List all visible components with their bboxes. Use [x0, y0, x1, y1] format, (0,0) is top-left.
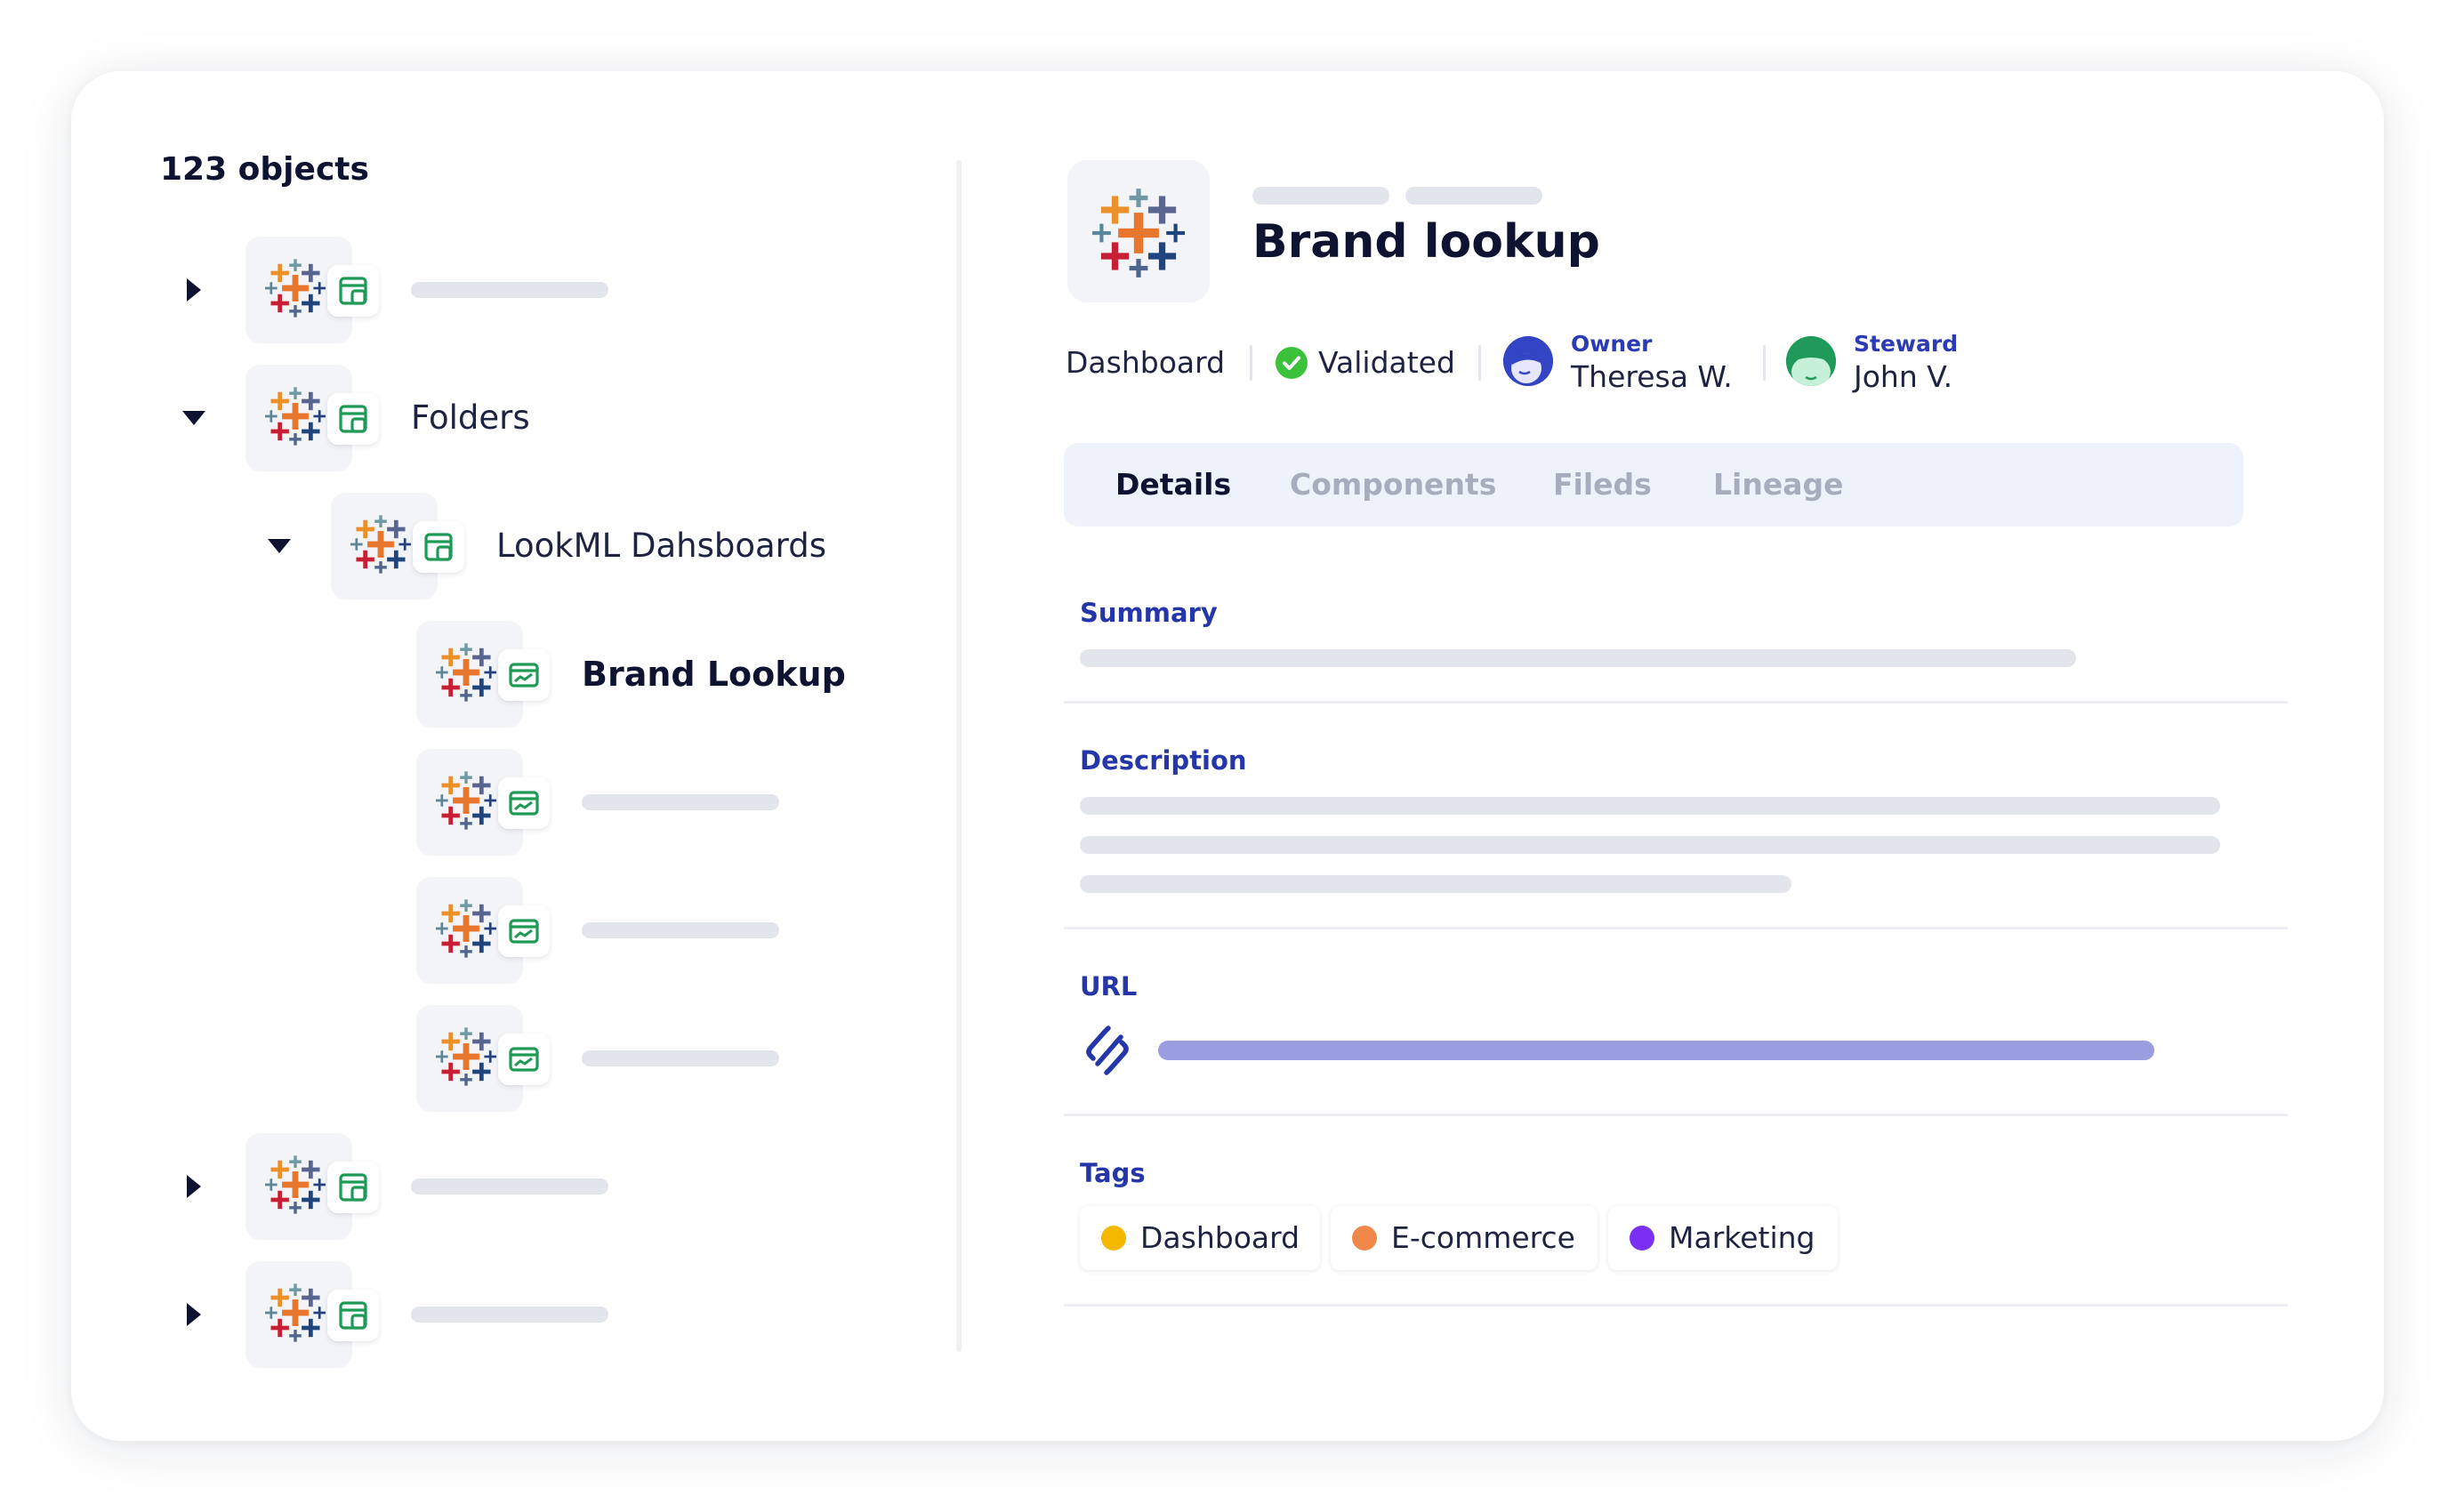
placeholder-line — [411, 1307, 608, 1323]
caret-right-icon[interactable] — [176, 1169, 212, 1204]
check-circle-icon — [1276, 347, 1308, 379]
dashboard-icon — [498, 1033, 550, 1085]
placeholder-line — [411, 1178, 608, 1194]
description-placeholder — [1080, 875, 1791, 893]
dashboard-icon — [498, 777, 550, 829]
tag-label: E-commerce — [1391, 1220, 1575, 1255]
tableau-icon — [246, 1261, 379, 1368]
placeholder-line — [582, 922, 779, 938]
tag-color-dot — [1352, 1226, 1377, 1251]
placeholder-line — [582, 794, 779, 810]
tableau-icon — [416, 1005, 550, 1112]
tree-item-lookml-dashboards[interactable]: LookML Dahsboards — [262, 493, 884, 599]
caret-down-icon[interactable] — [176, 400, 212, 436]
tab-components[interactable]: Components — [1290, 443, 1496, 527]
panel-divider — [956, 160, 962, 1352]
status-badge: Validated — [1318, 345, 1455, 380]
divider — [1250, 345, 1252, 381]
tree-item[interactable] — [176, 1261, 639, 1368]
caret-right-icon[interactable] — [176, 272, 212, 308]
page-title: Brand lookup — [1252, 215, 1600, 269]
dashboard-icon — [498, 905, 550, 957]
link-icon — [1082, 1025, 1133, 1076]
placeholder-line — [411, 282, 608, 298]
owner-role: Owner — [1571, 331, 1653, 357]
tableau-icon — [246, 1133, 379, 1240]
tableau-icon — [246, 365, 379, 471]
tag-label: Marketing — [1669, 1220, 1815, 1255]
tree-item[interactable] — [416, 749, 790, 856]
tableau-icon — [416, 877, 550, 984]
breadcrumb-placeholder — [1252, 187, 1389, 205]
asset-type: Dashboard — [1066, 345, 1226, 380]
owner-avatar[interactable] — [1503, 336, 1553, 386]
caret-down-icon[interactable] — [262, 528, 297, 564]
tree-item[interactable] — [176, 237, 639, 343]
tag-color-dot — [1101, 1226, 1126, 1251]
folder-icon — [327, 1162, 379, 1213]
tree-item[interactable] — [416, 877, 790, 984]
summary-placeholder — [1080, 649, 2076, 667]
url-link[interactable] — [1158, 1041, 2154, 1060]
tableau-icon — [246, 237, 379, 343]
steward-avatar[interactable] — [1786, 336, 1836, 386]
tab-fields[interactable]: Fileds — [1553, 443, 1652, 527]
tag-label: Dashboard — [1140, 1220, 1300, 1255]
tree-item-label: Brand Lookup — [582, 655, 846, 694]
tree-item-label: Folders — [411, 398, 530, 437]
summary-label: Summary — [1080, 598, 1218, 628]
folder-icon — [327, 1290, 379, 1341]
steward-role: Steward — [1854, 331, 1959, 357]
description-placeholder — [1080, 836, 2220, 854]
steward-name[interactable]: John V. — [1854, 359, 1952, 394]
tag-color-dot — [1630, 1226, 1654, 1251]
divider — [1064, 1304, 2288, 1307]
tableau-icon — [331, 493, 464, 599]
tree-item-folders[interactable]: Folders — [176, 365, 639, 471]
owner-name[interactable]: Theresa W. — [1571, 359, 1733, 394]
description-label: Description — [1080, 745, 1247, 776]
tag-ecommerce[interactable]: E-commerce — [1331, 1206, 1598, 1270]
tab-details[interactable]: Details — [1115, 443, 1231, 527]
tableau-icon — [416, 621, 550, 728]
object-count: 123 objects — [160, 151, 369, 188]
tag-marketing[interactable]: Marketing — [1608, 1206, 1838, 1270]
placeholder-line — [582, 1050, 779, 1066]
tree-item-brand-lookup[interactable]: Brand Lookup — [416, 621, 914, 728]
description-placeholder — [1080, 797, 2220, 815]
tree-item[interactable] — [176, 1133, 639, 1240]
divider — [1763, 345, 1766, 381]
caret-right-icon[interactable] — [176, 1297, 212, 1332]
folder-icon — [327, 265, 379, 317]
tree-item-label: LookML Dahsboards — [496, 527, 826, 565]
url-label: URL — [1080, 971, 1138, 1001]
divider — [1064, 701, 2288, 704]
divider — [1478, 345, 1481, 381]
dashboard-icon — [498, 649, 550, 701]
breadcrumb-placeholder — [1405, 187, 1542, 205]
tableau-icon — [416, 749, 550, 856]
tag-dashboard[interactable]: Dashboard — [1080, 1206, 1320, 1270]
tab-lineage[interactable]: Lineage — [1713, 443, 1844, 527]
folder-icon — [327, 393, 379, 445]
tree-item[interactable] — [416, 1005, 790, 1112]
tags-label: Tags — [1080, 1158, 1146, 1188]
tab-bar: Details Components Fileds Lineage — [1064, 443, 2243, 527]
divider — [1064, 1114, 2288, 1116]
folder-icon — [413, 521, 464, 573]
divider — [1064, 927, 2288, 929]
tableau-icon — [1067, 160, 1210, 302]
